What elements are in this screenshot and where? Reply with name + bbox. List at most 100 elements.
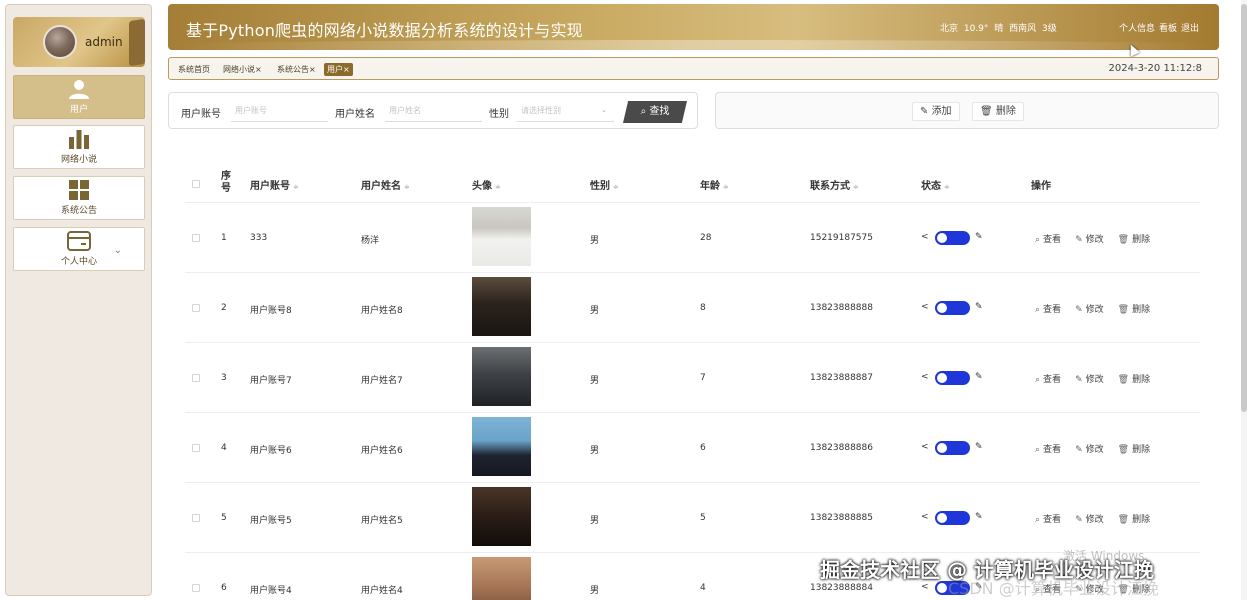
weather-info: 北京 10.9° 晴 西南风 3级	[940, 24, 1057, 34]
card-icon	[67, 231, 91, 251]
dashboard-link[interactable]: 看板	[1159, 21, 1177, 34]
sidebar-item-novels[interactable]: 网络小说	[13, 125, 145, 169]
scrollbar-thumb[interactable]	[1241, 4, 1247, 412]
edit-button[interactable]: ✎ 修改	[1075, 302, 1104, 315]
edit-icon[interactable]: ✎	[975, 442, 983, 452]
chevron-down-icon[interactable]: ⌄	[114, 245, 122, 256]
account-input[interactable]	[231, 100, 328, 122]
share-icon[interactable]: <	[921, 232, 929, 242]
col-gender[interactable]: 性别 ≑	[590, 177, 619, 192]
row-checkbox[interactable]	[192, 374, 200, 382]
share-icon[interactable]: <	[921, 302, 929, 312]
row-actions: ⌕ 查看 ✎ 修改 🗑 删除	[1035, 512, 1150, 525]
col-status[interactable]: 状态 ≑	[921, 177, 950, 192]
share-icon[interactable]: <	[921, 372, 929, 382]
cell-account: 用户账号7	[250, 376, 292, 386]
action-panel: ✎ 添加 🗑 删除	[715, 92, 1219, 129]
search-button[interactable]: ⌕ 查找	[623, 101, 687, 123]
cell-index: 2	[221, 303, 227, 313]
sort-icon: ≑	[853, 183, 859, 191]
edit-button[interactable]: ✎ 修改	[1075, 442, 1104, 455]
col-phone[interactable]: 联系方式 ≑	[810, 177, 859, 192]
sort-icon: ≑	[293, 183, 299, 191]
sidebar-item-announcements[interactable]: 系统公告	[13, 176, 145, 220]
avatar-photo[interactable]	[472, 557, 531, 600]
view-button[interactable]: ⌕ 查看	[1035, 512, 1061, 525]
status-toggle[interactable]	[935, 371, 970, 385]
share-icon[interactable]: <	[921, 582, 929, 592]
gender-select[interactable]	[517, 100, 614, 122]
edit-icon[interactable]: ✎	[975, 372, 983, 382]
trash-icon: 🗑	[980, 106, 996, 117]
cell-gender: 男	[590, 376, 600, 386]
cell-phone: 13823888888	[810, 303, 873, 313]
tab-novels[interactable]: 网络小说×	[220, 63, 265, 76]
name-input[interactable]	[385, 100, 482, 122]
add-button[interactable]: ✎ 添加	[912, 102, 960, 121]
sidebar-item-users[interactable]: 用户	[13, 75, 145, 119]
avatar-photo[interactable]	[472, 347, 531, 406]
bar-chart-icon	[69, 130, 89, 149]
trash-icon: 🗑	[1117, 445, 1130, 455]
trash-icon: 🗑	[1117, 375, 1130, 385]
avatar-photo[interactable]	[472, 207, 531, 266]
delete-row-button[interactable]: 🗑 删除	[1118, 512, 1150, 525]
user-icon	[69, 80, 89, 99]
avatar-photo[interactable]	[472, 487, 531, 546]
logout-link[interactable]: 退出	[1181, 21, 1199, 34]
delete-row-button[interactable]: 🗑 删除	[1118, 372, 1150, 385]
edit-icon[interactable]: ✎	[975, 302, 983, 312]
row-checkbox[interactable]	[192, 444, 200, 452]
search-icon: ⌕	[1035, 305, 1041, 315]
view-button[interactable]: ⌕ 查看	[1035, 442, 1061, 455]
share-icon[interactable]: <	[921, 512, 929, 522]
view-button[interactable]: ⌕ 查看	[1035, 372, 1061, 385]
sidebar-item-profile[interactable]: 个人中心 ⌄	[13, 227, 145, 271]
status-toggle[interactable]	[935, 301, 970, 315]
status-toggle[interactable]	[935, 511, 970, 525]
tab-users[interactable]: 用户×	[324, 63, 353, 76]
edit-button[interactable]: ✎ 修改	[1075, 512, 1104, 525]
chevron-down-icon: ⌄	[601, 106, 607, 114]
share-icon[interactable]: <	[921, 442, 929, 452]
cell-index: 3	[221, 373, 227, 383]
edit-button[interactable]: ✎ 修改	[1075, 232, 1104, 245]
table-row: 5 用户账号5 用户姓名5 男 5 13823888885 < ✎ ⌕ 查看 ✎ 修改 🗑 删除	[185, 483, 1200, 553]
name-label: 用户姓名	[335, 109, 375, 120]
edit-button[interactable]: ✎ 修改	[1075, 372, 1104, 385]
app-header: 基于Python爬虫的网络小说数据分析系统的设计与实现 北京 10.9° 晴 西…	[168, 4, 1219, 50]
row-checkbox[interactable]	[192, 514, 200, 522]
delete-row-button[interactable]: 🗑 删除	[1118, 232, 1150, 245]
edit-icon[interactable]: ✎	[975, 232, 983, 242]
delete-row-button[interactable]: 🗑 删除	[1118, 302, 1150, 315]
row-checkbox[interactable]	[192, 234, 200, 242]
tab-home[interactable]: 系统首页	[175, 63, 213, 76]
cell-name: 用户姓名5	[361, 516, 403, 526]
view-button[interactable]: ⌕ 查看	[1035, 232, 1061, 245]
status-toggle[interactable]	[935, 231, 970, 245]
page-scrollbar[interactable]	[1241, 0, 1247, 600]
search-icon: ⌕	[1035, 515, 1041, 525]
delete-button[interactable]: 🗑 删除	[972, 102, 1024, 121]
col-age[interactable]: 年龄 ≑	[700, 177, 729, 192]
edit-icon: ✎	[1075, 305, 1083, 315]
row-checkbox[interactable]	[192, 304, 200, 312]
avatar-photo[interactable]	[472, 277, 531, 336]
col-ops: 操作	[1031, 181, 1051, 192]
col-account[interactable]: 用户账号 ≑	[250, 177, 299, 192]
gender-label: 性别	[489, 109, 509, 120]
row-checkbox[interactable]	[192, 584, 200, 592]
delete-row-button[interactable]: 🗑 删除	[1118, 442, 1150, 455]
edit-icon[interactable]: ✎	[975, 512, 983, 522]
col-avatar[interactable]: 头像 ≑	[472, 177, 501, 192]
cell-name: 用户姓名6	[361, 446, 403, 456]
tab-announcements[interactable]: 系统公告×	[274, 63, 319, 76]
status-toggle[interactable]	[935, 441, 970, 455]
view-button[interactable]: ⌕ 查看	[1035, 302, 1061, 315]
avatar-photo[interactable]	[472, 417, 531, 476]
col-name[interactable]: 用户姓名 ≑	[361, 177, 410, 192]
col-index: 序号	[221, 171, 231, 194]
select-all-checkbox[interactable]	[192, 180, 200, 188]
user-card[interactable]: admin	[13, 17, 145, 67]
profile-link[interactable]: 个人信息	[1119, 21, 1155, 34]
